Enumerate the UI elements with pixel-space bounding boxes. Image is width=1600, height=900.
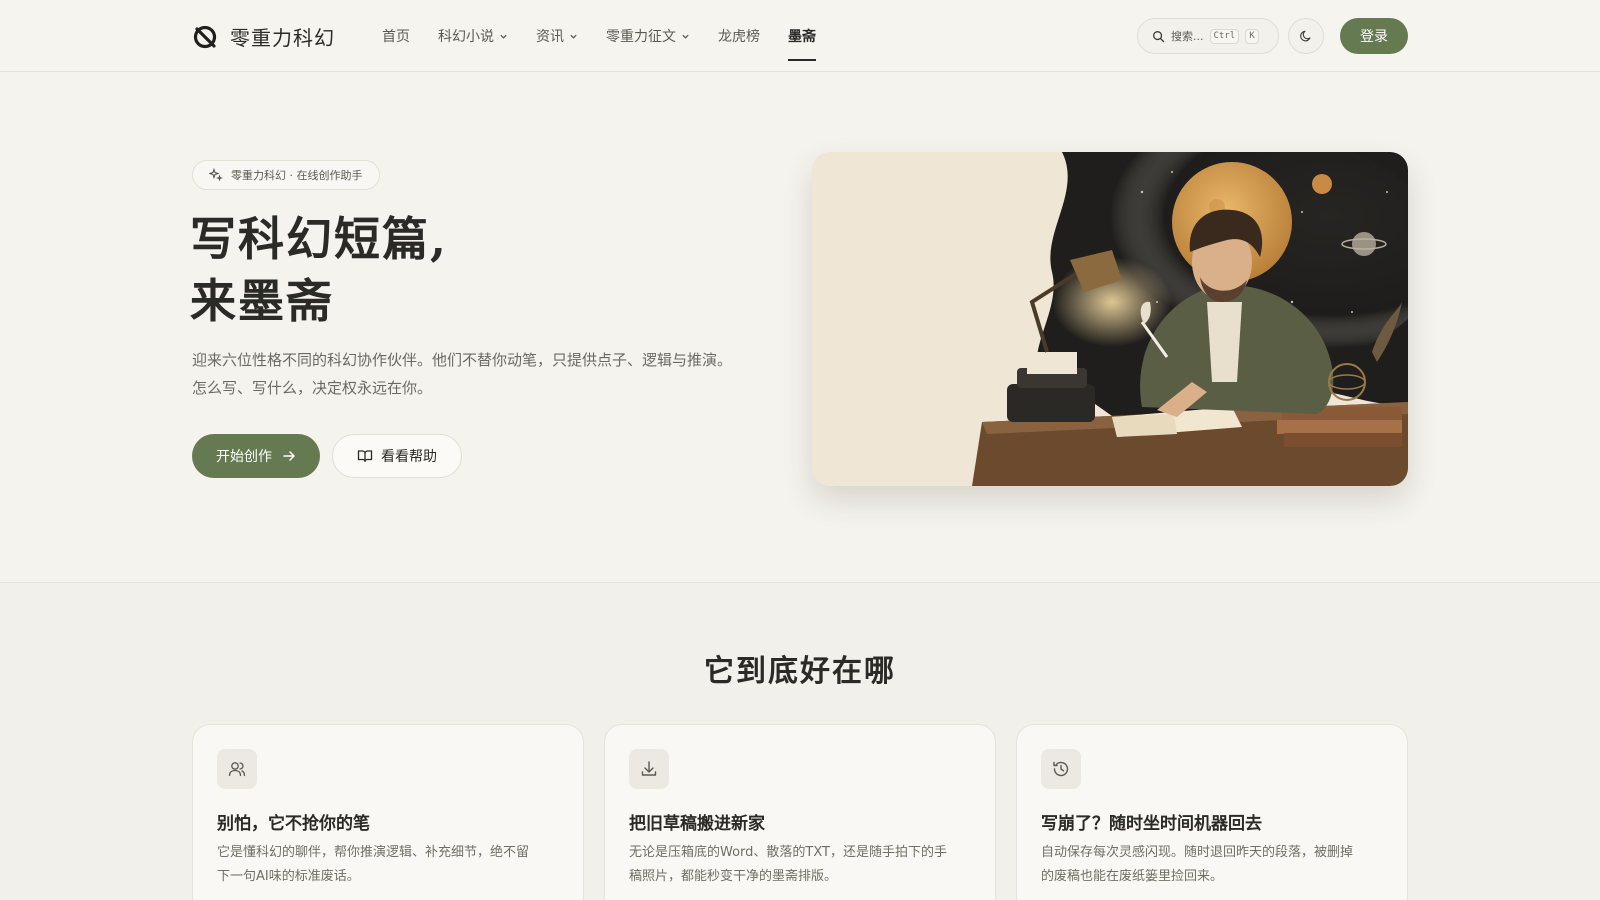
feature-card-desc: 它是懂科幻的聊伴，帮你推演逻辑、补充细节，绝不留 下一句AI味的标准废话。 bbox=[217, 841, 563, 889]
chevron-down-icon bbox=[500, 34, 507, 39]
nav-label: 零重力征文 bbox=[606, 29, 676, 45]
logo-text: 零重力科幻 bbox=[230, 26, 335, 50]
feature-icon-box bbox=[217, 749, 257, 789]
download-icon bbox=[641, 761, 657, 776]
feature-card-desc-line: 下一句AI味的标准废话。 bbox=[217, 869, 360, 884]
nav-label: 墨斋 bbox=[788, 29, 816, 45]
hero-illustration bbox=[812, 152, 1408, 486]
site-logo[interactable]: 零重力科幻 bbox=[192, 22, 335, 51]
chevron-down-icon bbox=[570, 34, 577, 39]
feature-card-title: 别怕，它不抢你的笔 bbox=[217, 814, 370, 834]
logo-icon bbox=[193, 25, 217, 48]
hero-title-line: 写科幻短篇, bbox=[190, 212, 449, 266]
feature-card-desc-line: 无论是压箱底的Word、散落的TXT，还是随手拍下的手 bbox=[629, 845, 947, 860]
hero-description: 迎来六位性格不同的科幻协作伙伴。他们不替你动笔，只提供点子、逻辑与推演。 怎么写… bbox=[192, 346, 782, 402]
nav-item-home[interactable]: 首页 bbox=[382, 0, 410, 72]
start-writing-label: 开始创作 bbox=[216, 449, 272, 465]
history-icon bbox=[1053, 761, 1069, 777]
hero-title: 写科幻短篇, 来墨斋 bbox=[190, 208, 750, 332]
top-nav-bar: 零重力科幻 首页 科幻小说 资讯 零重力征文 龙虎榜 墨斋 搜索... Ctrl… bbox=[0, 0, 1600, 72]
feature-card-history: 写崩了？随时坐时间机器回去 自动保存每次灵感闪现。随时退回昨天的段落，被删掉 的… bbox=[1016, 724, 1408, 900]
feature-card-desc: 自动保存每次灵感闪现。随时退回昨天的段落，被删掉 的废稿也能在废纸篓里捡回来。 bbox=[1041, 841, 1387, 889]
arrow-right-icon bbox=[283, 451, 295, 461]
badge-text: 零重力科幻 · 在线创作助手 bbox=[231, 169, 363, 182]
view-help-button[interactable]: 看看帮助 bbox=[332, 434, 462, 478]
nav-item-ranking[interactable]: 龙虎榜 bbox=[718, 0, 760, 72]
writer-at-desk-illustration bbox=[812, 152, 1408, 486]
hero-desc-line: 迎来六位性格不同的科幻协作伙伴。他们不替你动笔，只提供点子、逻辑与推演。 bbox=[192, 351, 733, 369]
start-writing-button[interactable]: 开始创作 bbox=[192, 434, 320, 478]
book-open-icon bbox=[357, 450, 373, 463]
nav-item-scifi-novels[interactable]: 科幻小说 bbox=[438, 0, 508, 72]
nav-item-contest[interactable]: 零重力征文 bbox=[606, 0, 690, 72]
feature-icon-box bbox=[629, 749, 669, 789]
nav-label: 首页 bbox=[382, 29, 410, 45]
feature-card-desc: 无论是压箱底的Word、散落的TXT，还是随手拍下的手 稿照片，都能秒变干净的墨… bbox=[629, 841, 975, 889]
hero-desc-line: 怎么写、写什么，决定权永远在你。 bbox=[192, 379, 433, 397]
kbd-ctrl: Ctrl bbox=[1209, 28, 1240, 44]
chevron-down-icon bbox=[682, 34, 689, 39]
kbd-k: K bbox=[1245, 28, 1259, 44]
theme-toggle-button[interactable] bbox=[1288, 18, 1324, 54]
feature-card-import: 把旧草稿搬进新家 无论是压箱底的Word、散落的TXT，还是随手拍下的手 稿照片… bbox=[604, 724, 996, 900]
hero-title-line: 来墨斋 bbox=[190, 274, 334, 328]
feature-card-desc-line: 稿照片，都能秒变干净的墨斋排版。 bbox=[629, 869, 838, 884]
search-button[interactable]: 搜索... Ctrl K bbox=[1137, 18, 1279, 54]
features-title: 它到底好在哪 bbox=[704, 654, 896, 689]
sparkles-icon bbox=[209, 168, 223, 182]
nav-label: 资讯 bbox=[536, 29, 564, 45]
feature-card-title: 写崩了？随时坐时间机器回去 bbox=[1041, 814, 1262, 834]
feature-card-desc-line: 自动保存每次灵感闪现。随时退回昨天的段落，被删掉 bbox=[1041, 845, 1354, 860]
feature-card-desc-line: 的废稿也能在废纸篓里捡回来。 bbox=[1041, 869, 1224, 884]
nav-item-mozhai[interactable]: 墨斋 bbox=[788, 0, 816, 72]
feature-card-companion: 别怕，它不抢你的笔 它是懂科幻的聊伴，帮你推演逻辑、补充细节，绝不留 下一句AI… bbox=[192, 724, 584, 900]
search-icon bbox=[1153, 30, 1165, 42]
users-icon bbox=[228, 762, 246, 777]
nav-label: 龙虎榜 bbox=[718, 29, 760, 45]
main-nav: 首页 科幻小说 资讯 零重力征文 龙虎榜 墨斋 bbox=[382, 0, 816, 72]
nav-item-news[interactable]: 资讯 bbox=[536, 0, 578, 72]
nav-label: 科幻小说 bbox=[438, 29, 494, 45]
feature-card-title: 把旧草稿搬进新家 bbox=[629, 814, 765, 834]
hero-badge: 零重力科幻 · 在线创作助手 bbox=[192, 160, 380, 190]
login-button[interactable]: 登录 bbox=[1340, 18, 1408, 54]
search-placeholder: 搜索... bbox=[1171, 30, 1204, 43]
feature-icon-box bbox=[1041, 749, 1081, 789]
feature-card-desc-line: 它是懂科幻的聊伴，帮你推演逻辑、补充细节，绝不留 bbox=[217, 845, 530, 860]
moon-icon bbox=[1300, 30, 1311, 42]
view-help-label: 看看帮助 bbox=[381, 449, 437, 465]
